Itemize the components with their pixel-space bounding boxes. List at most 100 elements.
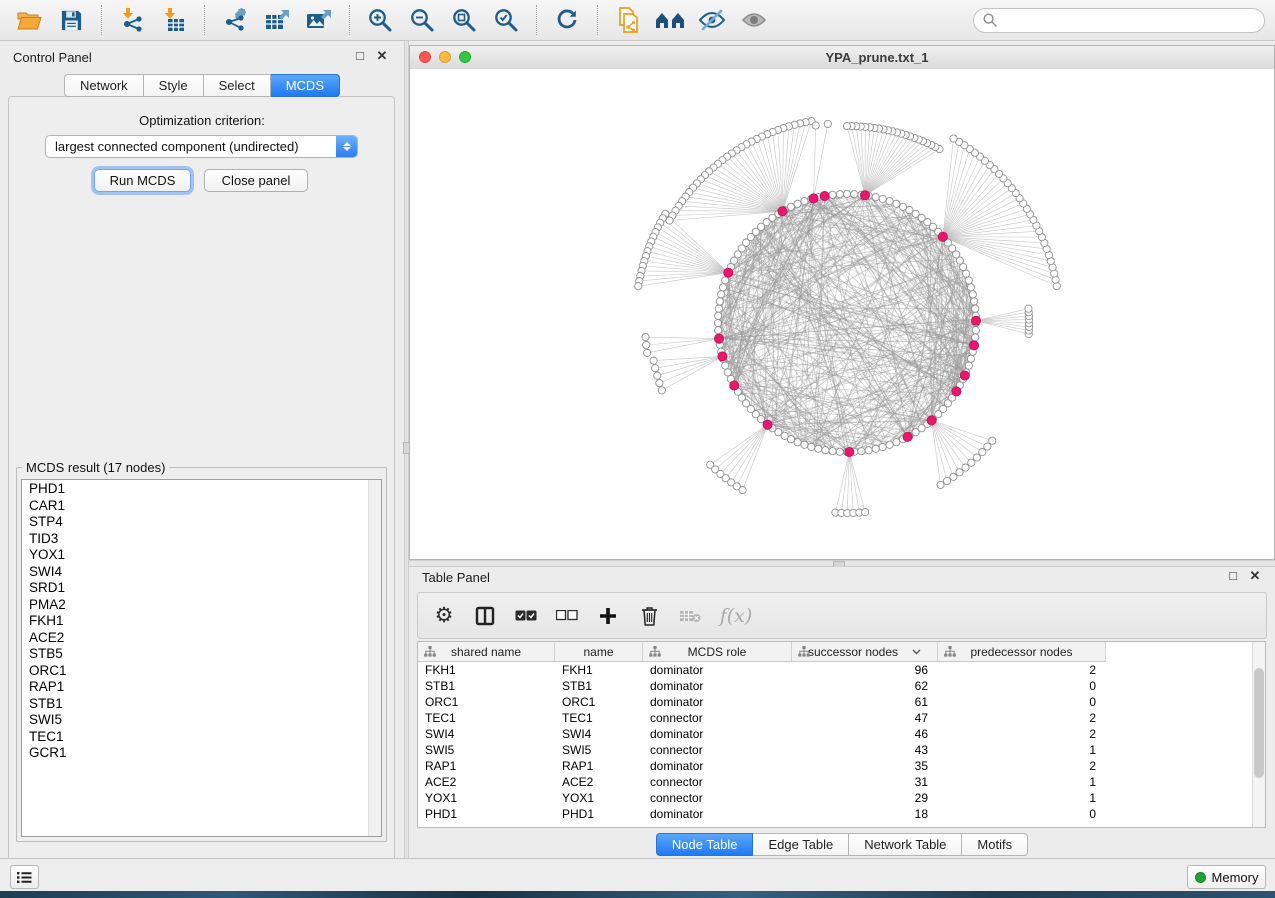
network-node[interactable]: [965, 362, 972, 369]
unselect-all-icon[interactable]: [555, 603, 579, 629]
network-node[interactable]: [879, 195, 886, 202]
mcds-result-item[interactable]: STP4: [22, 514, 369, 531]
network-node[interactable]: [719, 284, 726, 291]
mcds-result-item[interactable]: SRD1: [22, 580, 369, 597]
zoom-in-icon[interactable]: [361, 4, 399, 36]
tab-network[interactable]: Network: [64, 74, 144, 97]
show-all-icon[interactable]: [735, 4, 773, 36]
network-node[interactable]: [650, 357, 657, 364]
tab-select[interactable]: Select: [204, 74, 271, 97]
network-node[interactable]: [963, 270, 970, 277]
close-panel-button[interactable]: Close panel: [204, 169, 308, 192]
copy-network-icon[interactable]: [609, 4, 647, 36]
network-node[interactable]: [794, 200, 801, 207]
mcds-node[interactable]: [960, 371, 969, 380]
network-node[interactable]: [968, 459, 975, 466]
network-node[interactable]: [739, 487, 746, 494]
network-node[interactable]: [718, 291, 725, 298]
open-file-icon[interactable]: [10, 4, 48, 36]
table-row[interactable]: SWI4SWI4dominator462: [418, 726, 1253, 742]
criterion-dropdown[interactable]: largest connected component (undirected): [45, 135, 358, 158]
import-network-icon[interactable]: [113, 4, 151, 36]
table-row[interactable]: ACE2ACE2connector311: [418, 774, 1253, 790]
search-box[interactable]: [973, 8, 1265, 33]
task-history-button[interactable]: [10, 865, 39, 889]
network-node[interactable]: [1025, 305, 1032, 312]
mcds-node[interactable]: [724, 268, 733, 277]
network-node[interactable]: [965, 277, 972, 284]
network-node[interactable]: [862, 509, 869, 516]
show-columns-icon[interactable]: [473, 603, 497, 629]
network-node[interactable]: [879, 443, 886, 450]
network-node[interactable]: [972, 334, 979, 341]
mcds-node[interactable]: [809, 194, 818, 203]
network-node[interactable]: [893, 200, 900, 207]
network-node[interactable]: [971, 298, 978, 305]
network-node[interactable]: [666, 217, 673, 224]
network-node[interactable]: [972, 305, 979, 312]
refresh-icon[interactable]: [548, 4, 586, 36]
table-row[interactable]: ORC1ORC1dominator610: [418, 694, 1253, 710]
network-node[interactable]: [722, 362, 729, 369]
network-node[interactable]: [654, 372, 661, 379]
mcds-node[interactable]: [763, 420, 772, 429]
network-node[interactable]: [714, 319, 721, 326]
mcds-node[interactable]: [969, 341, 978, 350]
mcds-result-item[interactable]: CAR1: [22, 498, 369, 515]
mcds-node[interactable]: [927, 416, 936, 425]
network-node[interactable]: [984, 443, 991, 450]
mcds-result-item[interactable]: RAP1: [22, 679, 369, 696]
mcds-node[interactable]: [845, 447, 854, 456]
table-tab-motifs[interactable]: Motifs: [962, 833, 1028, 856]
float-table-panel-icon[interactable]: □: [1225, 569, 1241, 583]
table-row[interactable]: SWI5SWI5connector431: [418, 742, 1253, 758]
zoom-selected-icon[interactable]: [487, 4, 525, 36]
network-node[interactable]: [815, 445, 822, 452]
network-node[interactable]: [969, 291, 976, 298]
mcds-node[interactable]: [730, 381, 739, 390]
mcds-node[interactable]: [971, 316, 980, 325]
select-all-icon[interactable]: [514, 603, 538, 629]
network-node[interactable]: [872, 445, 879, 452]
export-network-icon[interactable]: [216, 4, 254, 36]
network-node[interactable]: [829, 448, 836, 455]
network-node[interactable]: [829, 191, 836, 198]
network-node[interactable]: [950, 473, 957, 480]
column-header-successor-nodes[interactable]: successor nodes: [792, 642, 938, 662]
table-row[interactable]: YOX1YOX1connector291: [418, 790, 1253, 806]
maximize-window-icon[interactable]: [459, 51, 471, 63]
network-node[interactable]: [858, 448, 865, 455]
network-node[interactable]: [652, 365, 659, 372]
mcds-result-item[interactable]: SWI5: [22, 712, 369, 729]
network-node[interactable]: [716, 298, 723, 305]
network-node[interactable]: [843, 122, 850, 129]
mcds-node[interactable]: [903, 432, 912, 441]
network-node[interactable]: [989, 437, 996, 444]
list-scrollbar[interactable]: [368, 480, 381, 836]
network-node[interactable]: [642, 334, 649, 341]
mcds-result-item[interactable]: TEC1: [22, 729, 369, 746]
network-node[interactable]: [937, 481, 944, 488]
network-node[interactable]: [967, 284, 974, 291]
network-node[interactable]: [722, 277, 729, 284]
tab-mcds[interactable]: MCDS: [271, 74, 340, 97]
column-header-mcds-role[interactable]: MCDS role: [643, 642, 792, 662]
network-node[interactable]: [824, 120, 831, 127]
save-session-icon[interactable]: [52, 4, 90, 36]
mcds-result-item[interactable]: PHD1: [22, 481, 369, 498]
mcds-node[interactable]: [714, 334, 723, 343]
table-row[interactable]: PHD1PHD1dominator180: [418, 806, 1253, 822]
zoom-fit-icon[interactable]: [445, 4, 483, 36]
table-row[interactable]: STB1STB1dominator620: [418, 678, 1253, 694]
network-node[interactable]: [843, 190, 850, 197]
column-header-shared-name[interactable]: shared name: [418, 642, 555, 662]
table-row[interactable]: TEC1TEC1connector472: [418, 710, 1253, 726]
close-panel-icon[interactable]: ✕: [374, 49, 390, 63]
network-node[interactable]: [972, 327, 979, 334]
network-node[interactable]: [787, 436, 794, 443]
network-node[interactable]: [950, 135, 957, 142]
mcds-result-item[interactable]: PMA2: [22, 597, 369, 614]
network-node[interactable]: [801, 198, 808, 205]
mcds-result-item[interactable]: STB1: [22, 696, 369, 713]
mcds-result-item[interactable]: GCR1: [22, 745, 369, 762]
